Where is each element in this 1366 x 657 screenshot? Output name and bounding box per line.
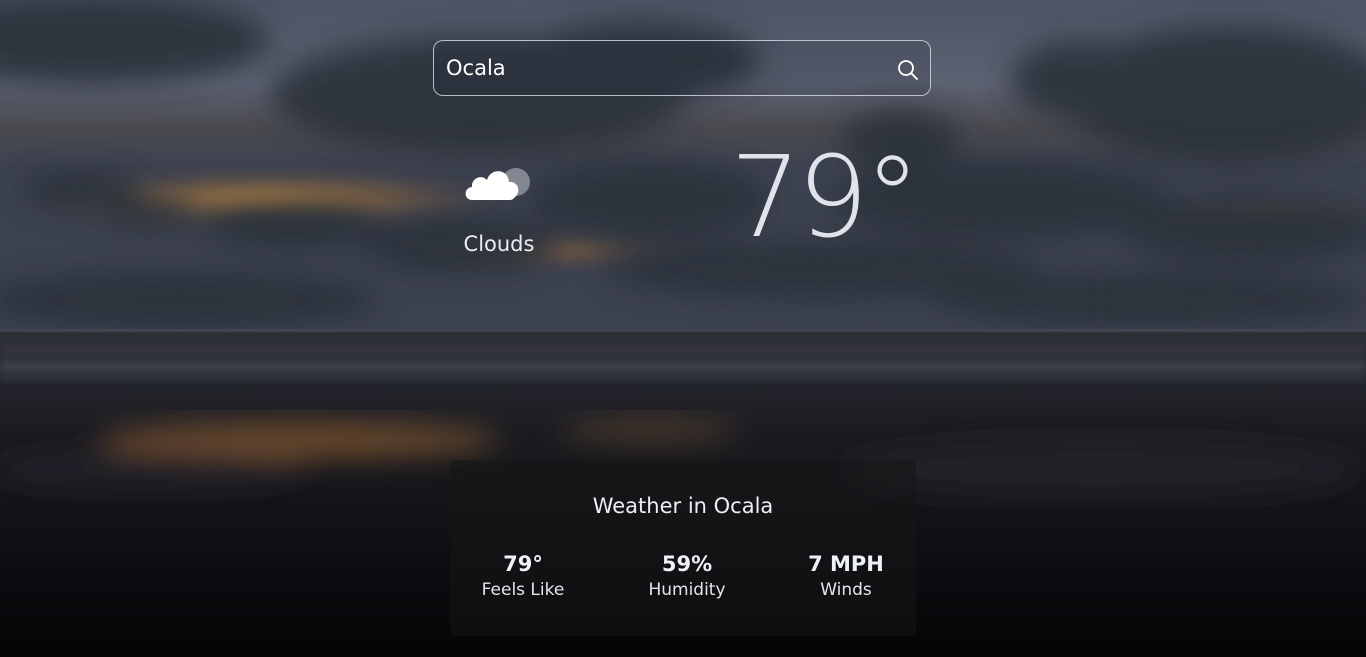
winds-stat: 7 MPH Winds	[771, 552, 921, 600]
humidity-label: Humidity	[648, 580, 726, 600]
humidity-value: 59%	[661, 552, 713, 576]
search-bar	[433, 40, 931, 96]
current-temperature: 79°	[730, 133, 921, 263]
feels-like-stat: 79° Feels Like	[448, 552, 598, 600]
humidity-stat: 59% Humidity	[612, 552, 762, 600]
feels-like-label: Feels Like	[481, 580, 565, 600]
feels-like-value: 79°	[503, 552, 543, 576]
search-icon[interactable]	[896, 58, 920, 82]
winds-label: Winds	[820, 580, 872, 600]
weather-app: Clouds 79° Weather in Ocala 79° Feels Li…	[0, 0, 1366, 657]
cloud-icon	[465, 168, 530, 200]
city-search-input[interactable]	[446, 41, 886, 95]
winds-value: 7 MPH	[808, 552, 884, 576]
details-panel: Weather in Ocala 79° Feels Like 59% Humi…	[450, 460, 916, 636]
condition-label: Clouds	[463, 232, 535, 256]
details-title: Weather in Ocala	[592, 494, 774, 518]
